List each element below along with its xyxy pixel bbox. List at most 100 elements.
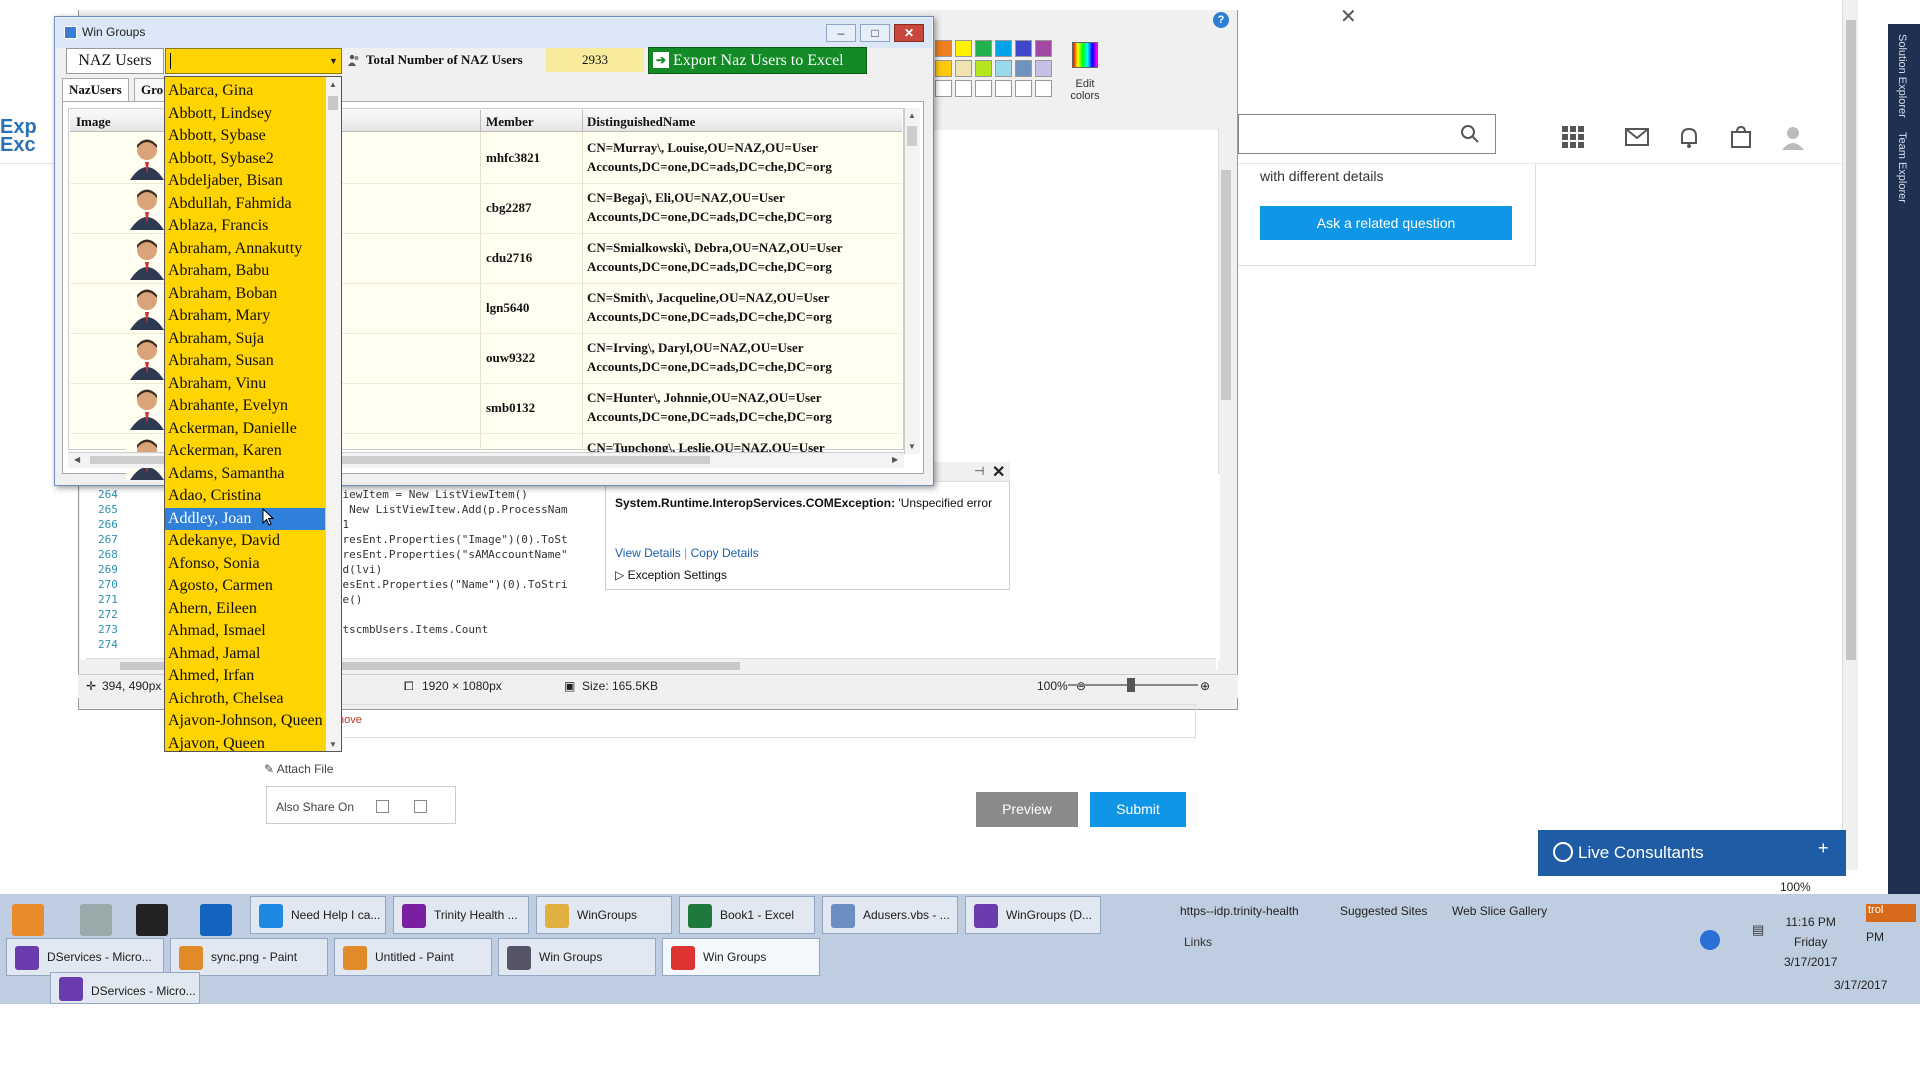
dropdown-scrollbar[interactable] [325,77,341,751]
grid-vertical-scroll-thumb[interactable] [907,126,917,146]
taskbar-button[interactable]: Adusers.vbs - ... [822,896,958,934]
exception-settings[interactable]: ▷ Exception Settings [615,568,727,582]
palette-empty-slot[interactable] [1035,80,1052,97]
palette-color[interactable] [955,60,972,77]
user-icon[interactable] [1780,124,1806,150]
palette-color[interactable] [975,60,992,77]
submit-button[interactable]: Submit [1090,792,1186,827]
dropdown-item[interactable]: Abbott, Sybase2 [165,148,325,170]
dropdown-scroll-thumb[interactable] [328,96,338,110]
column-member[interactable]: Member [486,114,534,130]
live-consultants-bar[interactable]: Live Consultants [1538,830,1846,876]
taskbar-button[interactable]: WinGroups (D... [965,896,1101,934]
taskbar-button[interactable]: Untitled - Paint [334,938,492,976]
palette-empty-slot[interactable] [955,80,972,97]
close-icon[interactable]: ✕ [1340,4,1357,29]
site-logo[interactable]: Exp Exc [0,117,60,158]
palette-color[interactable] [995,40,1012,57]
pin-icon[interactable]: ⊣ [974,464,984,478]
dropdown-item[interactable]: Aichroth, Chelsea [165,688,325,710]
dropdown-item[interactable]: Abarca, Gina [165,80,325,102]
media-player-icon[interactable] [12,904,44,936]
control-fragment[interactable]: trol [1866,904,1916,922]
apps-grid-icon[interactable] [1560,124,1586,150]
ask-related-question-button[interactable]: Ask a related question [1260,206,1512,240]
palette-color[interactable] [975,40,992,57]
win-groups-titlebar[interactable] [56,18,932,48]
dropdown-item[interactable]: Abraham, Susan [165,350,325,372]
taskbar-button[interactable]: Trinity Health ... [393,896,529,934]
dropdown-item[interactable]: Ahmed, Irfan [165,665,325,687]
dropdown-item[interactable]: Abraham, Suja [165,328,325,350]
search-icon[interactable] [1460,124,1480,144]
edit-colors-icon[interactable] [1072,42,1098,68]
dropdown-item[interactable]: Ablaza, Francis [165,215,325,237]
taskbar-button[interactable]: Win Groups [498,938,656,976]
solution-explorer-tab[interactable]: Solution Explorer [1896,34,1908,118]
share-checkbox-1[interactable] [376,800,389,813]
attach-file-link[interactable]: ✎ Attach File [264,762,333,776]
dropdown-item[interactable]: Abdeljaber, Bisan [165,170,325,192]
column-distinguished-name[interactable]: DistinguishedName [587,114,695,130]
form-field[interactable] [246,704,1196,738]
dropdown-item[interactable]: Ahmad, Jamal [165,643,325,665]
dropdown-item[interactable]: Ackerman, Danielle [165,418,325,440]
taskbar-dservices-2[interactable]: DServices - Micro... [50,972,200,1004]
close-icon[interactable]: ✕ [894,24,924,42]
browser-zoom[interactable]: 100% [1780,880,1811,894]
zoom-in-icon[interactable]: ⊕ [1200,679,1210,693]
dropdown-item[interactable]: Addley, Joan [165,507,325,530]
outlook-icon[interactable] [200,904,232,936]
minimize-icon[interactable]: – [826,24,856,42]
tab-naz-users[interactable]: NazUsers [62,78,129,102]
notification-icon[interactable] [1700,930,1720,950]
dropdown-item[interactable]: Abraham, Boban [165,283,325,305]
palette-color[interactable] [1015,60,1032,77]
export-to-excel-button[interactable]: Export Naz Users to Excel [648,47,867,74]
naz-users-combobox[interactable] [165,48,342,74]
terminal-icon[interactable] [136,904,168,936]
favorites-link[interactable]: Suggested Sites [1340,904,1427,918]
dropdown-item[interactable]: Agosto, Carmen [165,575,325,597]
bell-icon[interactable] [1676,124,1702,150]
paint-vertical-scroll-thumb[interactable] [1221,170,1231,400]
maximize-icon[interactable]: □ [860,24,890,42]
dropdown-item[interactable]: Abraham, Mary [165,305,325,327]
dropdown-item[interactable]: Abraham, Annakutty [165,238,325,260]
mail-icon[interactable] [1624,124,1650,150]
scroll-down-icon[interactable]: ▼ [329,740,337,749]
dropdown-item[interactable]: Abrahante, Evelyn [165,395,325,417]
chevron-down-icon[interactable]: ▼ [326,49,341,73]
share-checkbox-2[interactable] [414,800,427,813]
palette-color[interactable] [955,40,972,57]
dropdown-item[interactable]: Adao, Cristina [165,485,325,507]
preview-button[interactable]: Preview [976,792,1078,827]
grid-vertical-scrollbar[interactable] [904,108,920,454]
dropdown-item[interactable]: Ahmad, Ismael [165,620,325,642]
taskbar-button[interactable]: sync.png - Paint [170,938,328,976]
dropdown-item[interactable]: Ajavon-Johnson, Queen [165,710,325,732]
help-icon[interactable]: ? [1213,12,1229,28]
palette-color[interactable] [995,60,1012,77]
dropdown-item[interactable]: Ackerman, Karen [165,440,325,462]
taskbar-button[interactable]: Win Groups [662,938,820,976]
bag-icon[interactable] [1728,124,1754,150]
favorites-link[interactable]: https--idp.trinity-health [1180,904,1299,918]
view-details-link[interactable]: View Details [615,546,681,560]
palette-empty-slot[interactable] [975,80,992,97]
scroll-right-icon[interactable]: ▶ [892,455,898,464]
expand-icon[interactable]: + [1818,838,1829,859]
palette-color[interactable] [935,40,952,57]
palette-color[interactable] [935,60,952,77]
dropdown-item[interactable]: Abbott, Lindsey [165,103,325,125]
dropdown-item[interactable]: Adams, Samantha [165,463,325,485]
system-clock[interactable]: 11:16 PM Friday 3/17/2017 [1784,912,1837,972]
scroll-up-icon[interactable]: ▲ [329,80,337,89]
taskbar-button[interactable]: DServices - Micro... [6,938,164,976]
scroll-up-icon[interactable]: ▲ [908,111,916,120]
zoom-slider-knob[interactable] [1127,678,1135,692]
palette-empty-slot[interactable] [995,80,1012,97]
dropdown-item[interactable]: Abbott, Sybase [165,125,325,147]
copy-details-link[interactable]: Copy Details [691,546,759,560]
dropdown-item[interactable]: Adekanye, David [165,530,325,552]
